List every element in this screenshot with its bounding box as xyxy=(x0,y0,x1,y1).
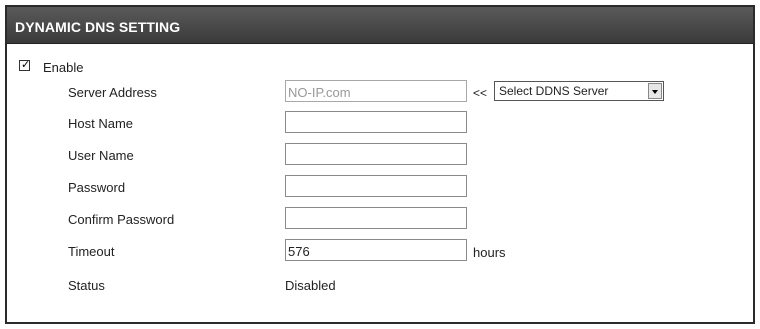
chevron-down-icon[interactable] xyxy=(648,83,662,99)
ddns-server-select[interactable]: Select DDNS Server xyxy=(494,81,664,101)
enable-row: ✓ Enable xyxy=(19,55,83,75)
server-address-row: Server Address << Select DDNS Server xyxy=(7,80,753,104)
host-name-row: Host Name xyxy=(7,111,753,135)
status-row: Status Disabled xyxy=(7,273,753,297)
confirm-password-input[interactable] xyxy=(285,207,467,229)
host-name-label: Host Name xyxy=(68,116,134,131)
password-label: Password xyxy=(68,180,126,195)
ddns-settings-panel: DYNAMIC DNS SETTING ✓ Enable Server Addr… xyxy=(5,5,755,324)
timeout-unit: hours xyxy=(473,245,506,260)
enable-label: Enable xyxy=(43,60,84,75)
timeout-input[interactable] xyxy=(285,239,467,261)
enable-checkbox[interactable]: ✓ xyxy=(19,57,31,71)
server-address-input[interactable] xyxy=(285,80,467,102)
ddns-server-select-value: Select DDNS Server xyxy=(499,84,609,98)
password-input[interactable] xyxy=(285,175,467,197)
host-name-input[interactable] xyxy=(285,111,467,133)
checkmark-icon: ✓ xyxy=(21,57,31,71)
timeout-row: Timeout hours xyxy=(7,239,753,263)
user-name-input[interactable] xyxy=(285,143,467,165)
password-row: Password xyxy=(7,175,753,199)
status-label: Status xyxy=(68,278,105,293)
status-value: Disabled xyxy=(285,278,336,293)
timeout-label: Timeout xyxy=(68,244,115,259)
user-name-label: User Name xyxy=(68,148,134,163)
user-name-row: User Name xyxy=(7,143,753,167)
select-arrows-label: << xyxy=(473,86,488,100)
server-address-label: Server Address xyxy=(68,85,157,100)
confirm-password-label: Confirm Password xyxy=(68,212,175,227)
confirm-password-row: Confirm Password xyxy=(7,207,753,231)
panel-title: DYNAMIC DNS SETTING xyxy=(7,7,753,44)
